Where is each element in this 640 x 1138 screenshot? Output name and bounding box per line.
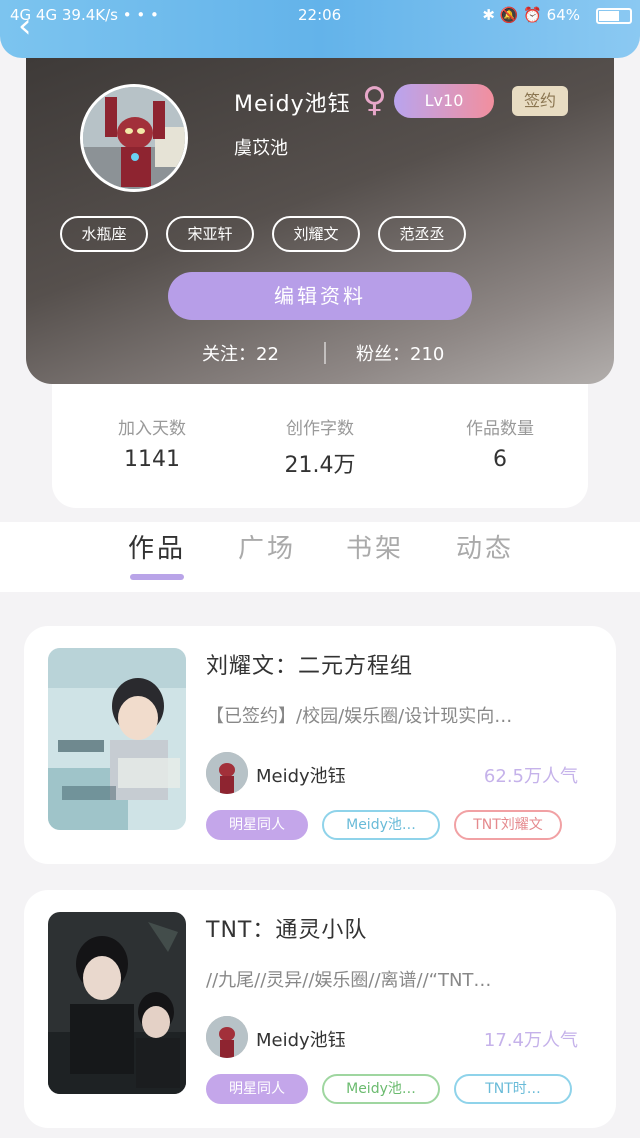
popularity-count: 17.4万人气 <box>483 1030 578 1051</box>
tab-bookshelf[interactable]: 书架 <box>346 528 404 565</box>
profile-tag[interactable]: 刘耀文 <box>272 216 360 252</box>
status-bar: 4G 4G 39.4K/s • • • 22:06 ✱ 🔕 ⏰ 64% <box>0 0 640 32</box>
profile-tag[interactable]: 范丞丞 <box>378 216 466 252</box>
work-description: //九尾//灵异//娱乐圈//离谱//“TNT… <box>206 970 492 991</box>
tab-square[interactable]: 广场 <box>238 528 296 565</box>
female-icon: ♀ <box>362 80 387 120</box>
tab-bar: 作品 广场 书架 动态 <box>0 522 640 592</box>
stat-value: 1141 <box>124 447 180 472</box>
work-tags: 明星同人 Meidy池… TNT时… <box>206 1074 572 1104</box>
work-cover-image[interactable] <box>48 648 186 830</box>
stat-days: 加入天数 1141 <box>82 414 222 472</box>
stat-works: 作品数量 6 <box>430 414 570 472</box>
status-time: 22:06 <box>298 6 342 24</box>
work-tag[interactable]: 明星同人 <box>206 1074 308 1104</box>
fans-value: 210 <box>410 344 445 365</box>
profile-tag[interactable]: 水瓶座 <box>60 216 148 252</box>
tab-activity[interactable]: 动态 <box>456 528 514 565</box>
work-tag[interactable]: 明星同人 <box>206 810 308 840</box>
profile-tag[interactable]: 宋亚轩 <box>166 216 254 252</box>
back-button[interactable]: ‹ <box>18 8 48 44</box>
stat-label: 加入天数 <box>118 419 186 439</box>
profile-subname: 虞苡池 <box>234 138 288 159</box>
tab-active-indicator <box>130 574 184 580</box>
work-title[interactable]: TNT：通灵小队 <box>206 912 367 944</box>
stat-value: 6 <box>493 447 507 472</box>
popularity-count: 62.5万人气 <box>483 766 578 787</box>
edit-profile-button[interactable]: 编辑资料 <box>168 272 472 320</box>
work-tag[interactable]: Meidy池… <box>322 1074 440 1104</box>
work-description: 【已签约】/校园/娱乐圈/设计现实向… <box>206 706 513 727</box>
author-name: Meidy池钰 <box>256 766 346 787</box>
work-tag[interactable]: TNT刘耀文 <box>454 810 562 840</box>
profile-name: Meidy池钰 <box>234 92 351 117</box>
following-label: 关注： <box>202 344 256 365</box>
stat-label: 作品数量 <box>466 419 534 439</box>
fans-label: 粉丝： <box>356 344 410 365</box>
following-count[interactable]: 关注：22 <box>202 340 279 366</box>
work-card[interactable]: 刘耀文：二元方程组 【已签约】/校园/娱乐圈/设计现实向… Meidy池钰 62… <box>24 626 616 864</box>
signed-badge: 签约 <box>512 86 568 116</box>
stat-label: 创作字数 <box>286 419 354 439</box>
work-tags: 明星同人 Meidy池… TNT刘耀文 <box>206 810 562 840</box>
profile-tags: 水瓶座 宋亚轩 刘耀文 范丞丞 <box>60 216 466 252</box>
fans-count[interactable]: 粉丝：210 <box>356 340 444 366</box>
author-avatar <box>206 1016 248 1058</box>
work-tag[interactable]: TNT时… <box>454 1074 572 1104</box>
battery-icon <box>596 8 632 24</box>
stats-card: 加入天数 1141 创作字数 21.4万 作品数量 6 <box>52 384 588 508</box>
avatar[interactable] <box>80 84 188 192</box>
work-tag[interactable]: Meidy池… <box>322 810 440 840</box>
stat-value: 21.4万 <box>284 453 356 478</box>
tab-works[interactable]: 作品 <box>128 528 186 565</box>
work-card[interactable]: TNT：通灵小队 //九尾//灵异//娱乐圈//离谱//“TNT… Meidy池… <box>24 890 616 1128</box>
following-value: 22 <box>256 344 279 365</box>
profile-card: Meidy池钰 ♀ Lv10 签约 虞苡池 水瓶座 宋亚轩 刘耀文 范丞丞 编辑… <box>26 58 614 384</box>
divider <box>324 342 326 364</box>
author-name: Meidy池钰 <box>256 1030 346 1051</box>
work-title[interactable]: 刘耀文：二元方程组 <box>206 648 413 680</box>
stat-words: 创作字数 21.4万 <box>250 414 390 479</box>
work-cover-image[interactable] <box>48 912 186 1094</box>
status-icons: ✱ 🔕 ⏰ 64% <box>482 6 580 24</box>
author-avatar <box>206 752 248 794</box>
chevron-left-icon: ‹ <box>18 6 32 46</box>
level-badge: Lv10 <box>394 84 494 118</box>
